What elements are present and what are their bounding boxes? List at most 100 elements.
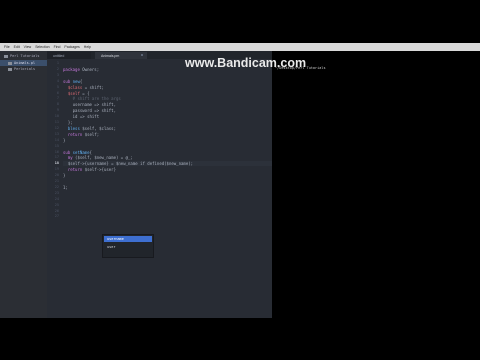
menu-edit[interactable]: Edit [14,45,20,49]
code-token: $self->{username} = $new_name if defined… [63,161,194,167]
menu-view[interactable]: View [24,45,32,49]
tab-label: Animals.pm [101,53,120,58]
code-token: $self; [84,131,100,137]
tree-item-perlorials[interactable]: Perlorials [8,66,35,72]
code-token: username => shift, [63,102,116,108]
code-line: } [63,173,65,178]
bandicam-watermark: www.Bandicam.com [185,56,307,70]
code-token: = { [79,90,90,96]
menu-packages[interactable]: Packages [64,45,79,49]
autocomplete-item[interactable]: username [104,236,152,242]
code-token: sub [63,149,73,155]
file-icon [8,61,12,65]
code-line: password => shift, [63,108,116,113]
line-number: 11 [54,120,59,124]
code-token: $self [67,90,80,96]
tab-label: untitled [53,53,65,58]
line-number: 12 [54,125,59,130]
autocomplete-item[interactable]: user [104,244,152,250]
line-number: 25 [54,202,59,207]
code-line: 1; [63,185,68,190]
line-number: 26 [54,208,59,213]
code-line: sub new{ [63,79,82,84]
code-token: $class [67,84,83,90]
code-token: } [63,173,66,179]
code-line: } [63,138,65,143]
line-number: 13 [54,131,59,136]
line-number: 18 [54,161,59,166]
code-token: { [79,78,83,84]
code-token: 1; [63,184,68,190]
code-line: sub setName{ [63,150,92,155]
code-token: ($self, $new_name) = @_; [75,155,133,161]
code-line: return $self; [63,132,99,137]
line-number: 19 [54,167,59,172]
line-number: 21 [54,179,59,183]
code-token: return [63,167,85,173]
code-token: return [63,131,85,137]
line-number: 2 [56,66,59,71]
modified-dot-icon [141,54,143,56]
code-line: $self = { [63,91,90,96]
menu-file[interactable]: File [4,45,10,49]
code-token: $self->{user} [84,167,116,173]
code-token: $self, $class; [82,125,116,131]
tab-animals-pm[interactable]: Animals.pm [95,52,147,59]
code-token: # shift are the args [63,96,121,102]
tree-item-label: Perl Tutorials [10,54,40,58]
code-area[interactable]: package Owners; sub new{ $class = shift; … [63,59,272,318]
code-line: # shift are the args [63,96,121,101]
code-token: Owners; [82,66,100,72]
line-number: 9 [56,108,59,113]
code-token: my [63,155,76,161]
tree-item-label: Perlorials [14,67,36,71]
terminal-panel[interactable]: ~/Desktop/Perl Tutorials [272,51,480,318]
line-number: 24 [54,196,59,201]
code-token: }; [63,120,73,125]
line-number: 23 [54,190,59,195]
code-token: { [89,149,92,155]
line-number: 6 [56,90,59,95]
tree-view: Perl Tutorials Animals.pl Perlorials [0,51,47,318]
file-icon [8,67,12,71]
line-number: 15 [54,143,59,148]
code-token: setName [72,149,90,155]
code-line: return $self->{user} [63,167,116,172]
tree-item-project-root[interactable]: Perl Tutorials [4,53,40,59]
line-number: 22 [54,184,59,189]
code-token: password => shift, [63,108,116,114]
editor-pane: untitled Animals.pm 1 2 3 4 5 6 7 8 9 10 11 12 13 14 1… [47,51,272,318]
code-token: id => shift [63,114,100,120]
menu-help[interactable]: Help [84,45,91,49]
code-token: sub [63,78,73,84]
line-number: 3 [56,72,59,77]
menu-bar: File Edit View Selection Find Packages H… [0,43,480,51]
folder-icon [4,54,8,58]
autocomplete-popup: username user [102,234,154,258]
line-number: 16 [54,149,59,154]
line-number: 10 [54,114,59,119]
line-number: 27 [54,214,59,219]
line-number: 5 [56,84,59,89]
code-token: bless [63,125,83,131]
line-number: 8 [56,102,59,107]
code-line: id => shift [63,114,100,120]
line-number: 17 [54,155,59,160]
tree-item-label: Animals.pl [14,61,36,65]
code-line: $self->{username} = $new_name if defined… [63,161,193,166]
code-line: bless $self, $class; [63,126,116,131]
menu-selection[interactable]: Selection [35,45,49,49]
line-number: 14 [54,137,59,142]
code-line: }; [63,120,73,125]
line-number: 7 [56,96,59,101]
code-token: package [63,66,83,72]
line-number-gutter: 1 2 3 4 5 6 7 8 9 10 11 12 13 14 15 16 17 18 19 20 21 22 23 24 2… [47,59,61,318]
tab-untitled[interactable]: untitled [47,52,91,59]
code-token: new [72,78,80,84]
atom-editor-window: File Edit View Selection Find Packages H… [0,43,480,318]
code-token: = shift; [82,84,104,90]
menu-find[interactable]: Find [54,45,61,49]
code-token: } [63,137,66,143]
line-number: 4 [56,78,59,83]
line-number: 1 [56,61,59,65]
